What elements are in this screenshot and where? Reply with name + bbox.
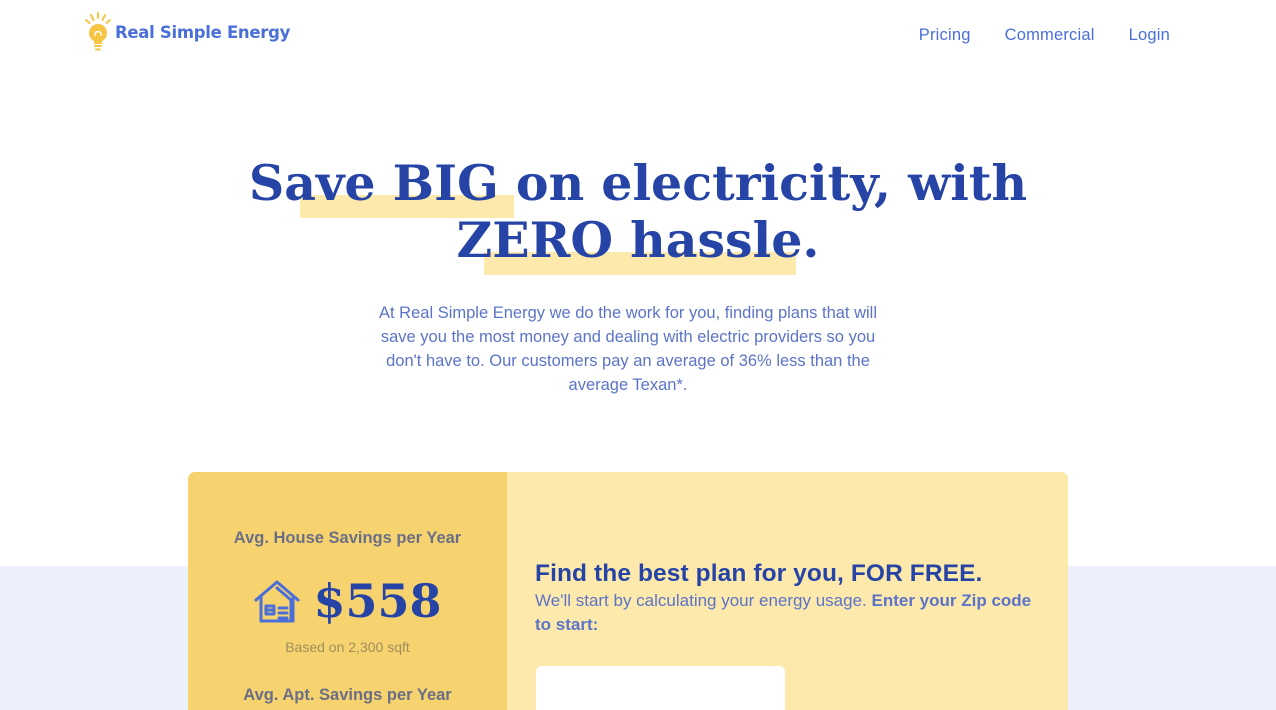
brand-logo[interactable]: Real Simple Energy (85, 12, 290, 52)
apt-savings-label: Avg. Apt. Savings per Year (243, 686, 452, 704)
house-savings-note: Based on 2,300 sqft (285, 639, 410, 655)
house-savings-label: Avg. House Savings per Year (233, 529, 462, 547)
lightbulb-icon (85, 12, 111, 51)
nav-link-login[interactable]: Login (1129, 26, 1170, 45)
hero-title-line: ZERO hassle. (456, 211, 820, 269)
nav-link-pricing[interactable]: Pricing (919, 26, 971, 45)
savings-card: Avg. House Savings per Year $558 Based o… (188, 472, 1068, 710)
house-icon (254, 580, 300, 623)
signup-title: Find the best plan for you, FOR FREE. (535, 560, 983, 587)
hero-title: Save BIG on electricity, with ZERO hassl… (0, 155, 1276, 269)
signup-panel: Find the best plan for you, FOR FREE. We… (507, 472, 1068, 710)
house-savings-row: $558 (188, 576, 507, 626)
nav-link-commercial[interactable]: Commercial (1005, 26, 1095, 45)
savings-panel: Avg. House Savings per Year $558 Based o… (188, 472, 507, 710)
brand-name: Real Simple Energy (115, 22, 291, 42)
top-nav: Pricing Commercial Login (885, 26, 1170, 45)
signup-subtitle-text: We'll start by calculating your energy u… (535, 591, 872, 610)
hero-subtitle: At Real Simple Energy we do the work for… (379, 304, 877, 394)
hero-title-line: Save BIG on electricity, with (248, 154, 1028, 212)
house-savings-value: $558 (313, 574, 442, 628)
signup-subtitle: We'll start by calculating your energy u… (535, 589, 1035, 637)
page: Real Simple Energy Pricing Commercial Lo… (0, 0, 1276, 710)
zip-code-input[interactable] (536, 666, 785, 710)
